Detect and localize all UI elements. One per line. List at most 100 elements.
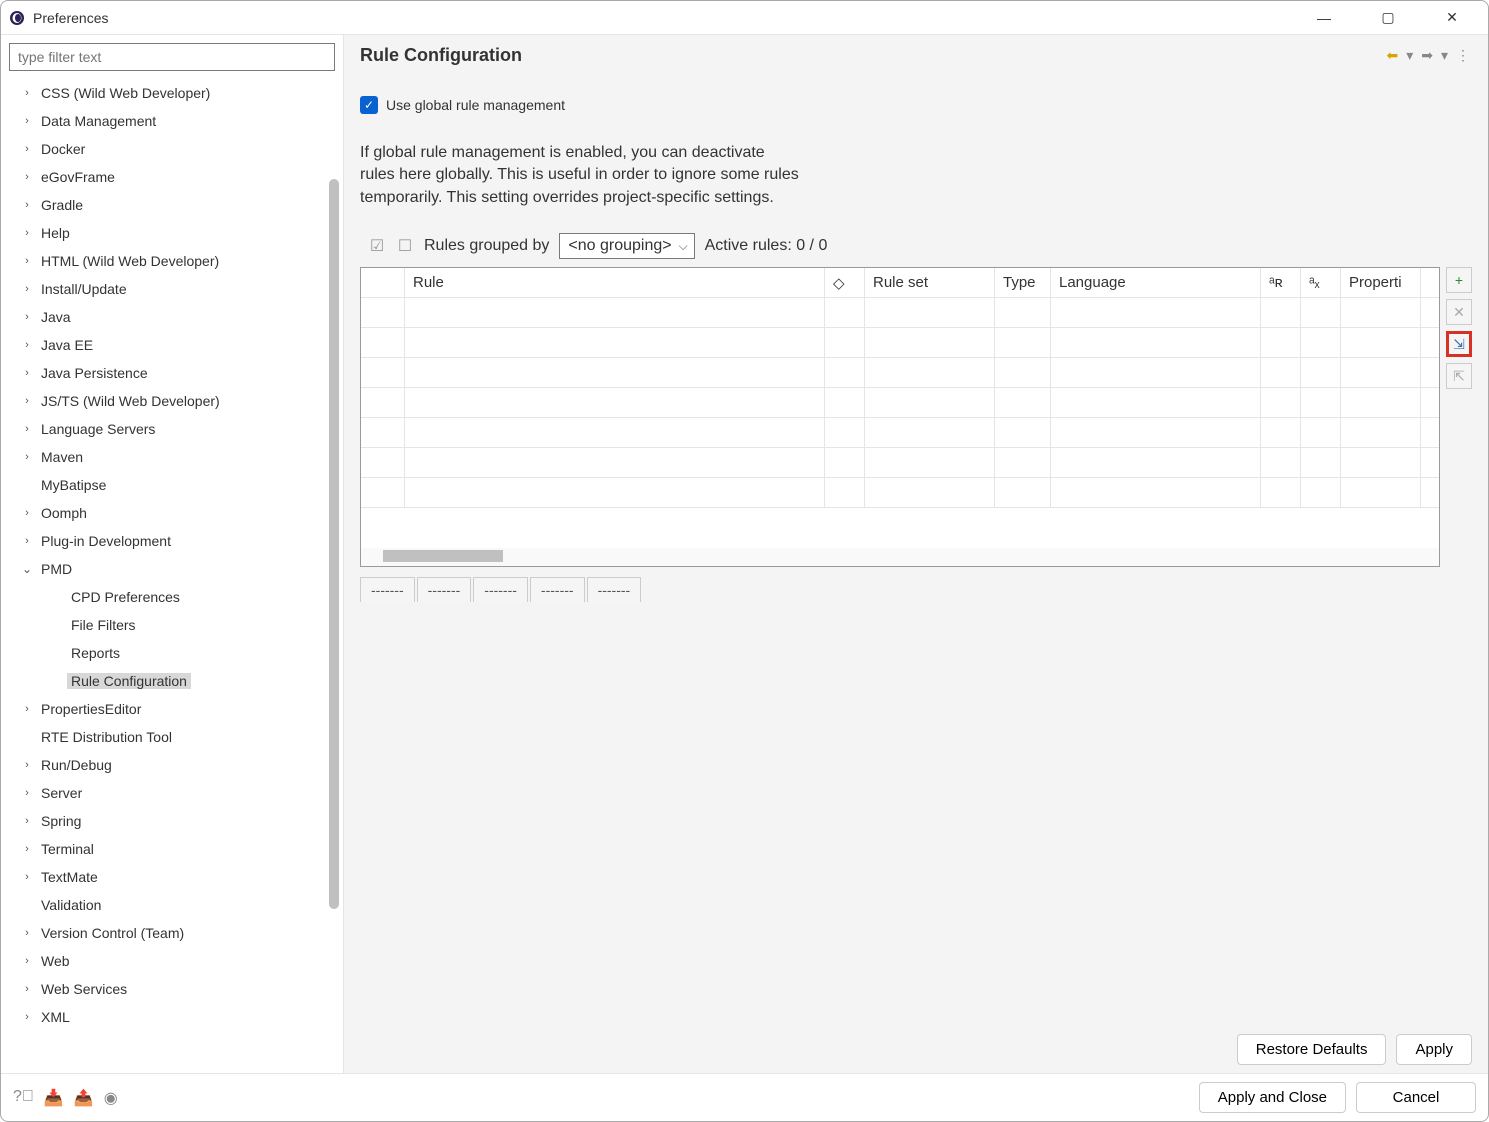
tree-item[interactable]: Rule Configuration: [1, 667, 321, 695]
tree-item[interactable]: CPD Preferences: [1, 583, 321, 611]
tree-item[interactable]: Reports: [1, 639, 321, 667]
add-rule-button[interactable]: +: [1446, 267, 1472, 293]
chevron-right-icon[interactable]: ›: [17, 1011, 37, 1023]
tree-item[interactable]: ⌄PMD: [1, 555, 321, 583]
global-rule-checkbox[interactable]: ✓: [360, 96, 378, 114]
chevron-right-icon[interactable]: ›: [17, 115, 37, 127]
tree-item[interactable]: ›Install/Update: [1, 275, 321, 303]
tree-item[interactable]: ›Oomph: [1, 499, 321, 527]
column-header[interactable]: Rule set: [865, 268, 995, 297]
table-row[interactable]: [361, 358, 1439, 388]
forward-menu-icon[interactable]: ▾: [1439, 47, 1450, 64]
chevron-right-icon[interactable]: ›: [17, 703, 37, 715]
tree-item[interactable]: ›TextMate: [1, 863, 321, 891]
chevron-right-icon[interactable]: ›: [17, 227, 37, 239]
check-all-icon[interactable]: ☑: [368, 237, 386, 255]
tree-item[interactable]: ›Run/Debug: [1, 751, 321, 779]
tree-item[interactable]: ›Java Persistence: [1, 359, 321, 387]
chevron-right-icon[interactable]: ›: [17, 87, 37, 99]
column-header[interactable]: ◇: [825, 268, 865, 297]
tree-item[interactable]: ›PropertiesEditor: [1, 695, 321, 723]
tree-item[interactable]: ›Server: [1, 779, 321, 807]
view-menu-icon[interactable]: ⋮: [1454, 47, 1472, 64]
table-row[interactable]: [361, 418, 1439, 448]
tree-item[interactable]: ›Spring: [1, 807, 321, 835]
chevron-right-icon[interactable]: ›: [17, 759, 37, 771]
filter-input[interactable]: [9, 43, 335, 71]
chevron-right-icon[interactable]: ›: [17, 311, 37, 323]
uncheck-all-icon[interactable]: ☐: [396, 237, 414, 255]
chevron-right-icon[interactable]: ›: [17, 367, 37, 379]
chevron-right-icon[interactable]: ›: [17, 283, 37, 295]
apply-and-close-button[interactable]: Apply and Close: [1199, 1082, 1346, 1113]
chevron-right-icon[interactable]: ›: [17, 143, 37, 155]
remove-rule-button[interactable]: ✕: [1446, 299, 1472, 325]
detail-tab[interactable]: -------: [360, 577, 415, 602]
table-hscroll[interactable]: [361, 548, 1439, 566]
forward-icon[interactable]: ➡: [1419, 47, 1435, 64]
chevron-right-icon[interactable]: ›: [17, 787, 37, 799]
maximize-button[interactable]: ▢: [1368, 3, 1408, 33]
chevron-right-icon[interactable]: ›: [17, 843, 37, 855]
tree-item[interactable]: ›Plug-in Development: [1, 527, 321, 555]
table-row[interactable]: [361, 388, 1439, 418]
chevron-right-icon[interactable]: ›: [17, 815, 37, 827]
preferences-tree[interactable]: ›CSS (Wild Web Developer)›Data Managemen…: [1, 79, 343, 1073]
restore-defaults-button[interactable]: Restore Defaults: [1237, 1034, 1387, 1065]
chevron-right-icon[interactable]: ›: [17, 395, 37, 407]
table-row[interactable]: [361, 298, 1439, 328]
back-icon[interactable]: ⬅: [1384, 47, 1400, 64]
tree-item[interactable]: ›CSS (Wild Web Developer): [1, 79, 321, 107]
detail-tab[interactable]: -------: [587, 577, 642, 602]
tree-item[interactable]: ›Language Servers: [1, 415, 321, 443]
rules-table[interactable]: Rule◇Rule setTypeLanguageᵃʀᵃₓProperti: [360, 267, 1440, 567]
tree-item[interactable]: ›Help: [1, 219, 321, 247]
tree-item[interactable]: ›Maven: [1, 443, 321, 471]
tree-item[interactable]: ›HTML (Wild Web Developer): [1, 247, 321, 275]
tree-item[interactable]: ›Terminal: [1, 835, 321, 863]
tree-item[interactable]: RTE Distribution Tool: [1, 723, 321, 751]
chevron-right-icon[interactable]: ›: [17, 871, 37, 883]
record-icon[interactable]: ◉: [104, 1088, 118, 1108]
close-button[interactable]: ✕: [1432, 3, 1472, 33]
chevron-right-icon[interactable]: ›: [17, 955, 37, 967]
tree-item[interactable]: ›Docker: [1, 135, 321, 163]
tree-scrollbar[interactable]: [329, 179, 339, 909]
tree-item[interactable]: ›Version Control (Team): [1, 919, 321, 947]
chevron-right-icon[interactable]: ›: [17, 423, 37, 435]
import-rules-button[interactable]: ⇲: [1446, 331, 1472, 357]
column-header[interactable]: [361, 268, 405, 297]
tree-item[interactable]: ›JS/TS (Wild Web Developer): [1, 387, 321, 415]
chevron-right-icon[interactable]: ›: [17, 451, 37, 463]
tree-item[interactable]: ›Gradle: [1, 191, 321, 219]
import-prefs-icon[interactable]: 📥: [44, 1088, 64, 1108]
table-row[interactable]: [361, 328, 1439, 358]
column-header[interactable]: ᵃʀ: [1261, 268, 1301, 297]
chevron-right-icon[interactable]: ›: [17, 507, 37, 519]
export-prefs-icon[interactable]: 📤: [74, 1088, 94, 1108]
minimize-button[interactable]: —: [1304, 3, 1344, 33]
tree-item[interactable]: Validation: [1, 891, 321, 919]
table-row[interactable]: [361, 448, 1439, 478]
tree-item[interactable]: ›Web: [1, 947, 321, 975]
groupby-select[interactable]: <no grouping>: [559, 233, 694, 259]
chevron-right-icon[interactable]: ›: [17, 535, 37, 547]
help-icon[interactable]: ?⃝: [13, 1088, 34, 1108]
apply-button[interactable]: Apply: [1396, 1034, 1472, 1065]
cancel-button[interactable]: Cancel: [1356, 1082, 1476, 1113]
tree-item[interactable]: ›eGovFrame: [1, 163, 321, 191]
tree-item[interactable]: ›Data Management: [1, 107, 321, 135]
tree-item[interactable]: File Filters: [1, 611, 321, 639]
back-menu-icon[interactable]: ▾: [1404, 47, 1415, 64]
chevron-right-icon[interactable]: ›: [17, 199, 37, 211]
export-rules-button[interactable]: ⇱: [1446, 363, 1472, 389]
chevron-right-icon[interactable]: ›: [17, 171, 37, 183]
chevron-down-icon[interactable]: ⌄: [17, 562, 37, 576]
chevron-right-icon[interactable]: ›: [17, 927, 37, 939]
detail-tab[interactable]: -------: [530, 577, 585, 602]
tree-item[interactable]: ›XML: [1, 1003, 321, 1031]
column-header[interactable]: Language: [1051, 268, 1261, 297]
detail-tab[interactable]: -------: [417, 577, 472, 602]
tree-item[interactable]: MyBatipse: [1, 471, 321, 499]
detail-tab[interactable]: -------: [473, 577, 528, 602]
